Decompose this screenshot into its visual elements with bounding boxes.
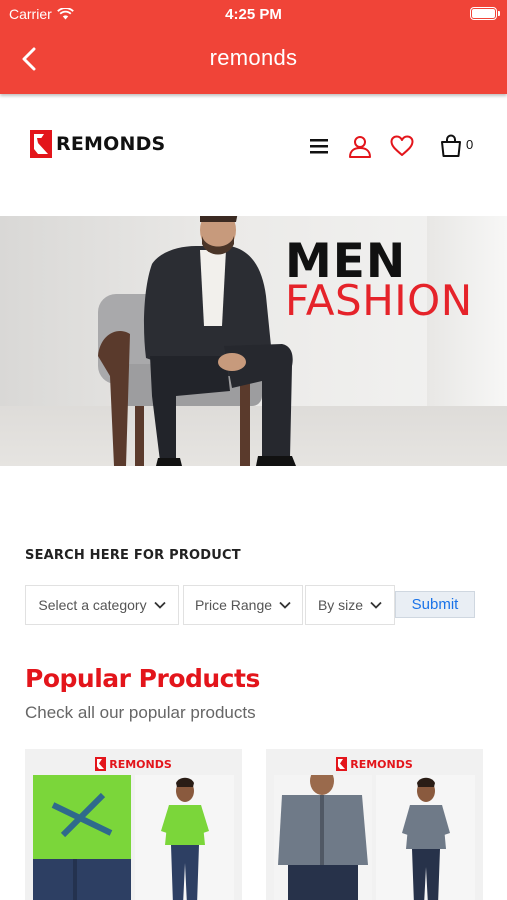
product-card[interactable]: REMONDS — [266, 749, 483, 900]
chevron-down-icon — [153, 601, 166, 609]
product-photo-model — [376, 775, 475, 900]
submit-button[interactable]: Submit — [395, 591, 475, 618]
product-brand: REMONDS — [266, 757, 483, 771]
account-button[interactable] — [346, 132, 374, 160]
nav-title: remonds — [209, 45, 298, 70]
menu-button[interactable] — [306, 132, 332, 160]
battery-icon — [470, 7, 500, 20]
chevron-down-icon — [370, 601, 382, 609]
product-photo-closeup — [274, 775, 372, 900]
price-range-select[interactable]: Price Range — [183, 585, 303, 625]
product-photo-model — [135, 775, 234, 900]
hero-banner[interactable]: MEN FASHION — [0, 216, 507, 466]
remonds-logo-icon — [30, 130, 52, 158]
price-range-value: Price Range — [194, 597, 273, 613]
product-photo-closeup — [33, 775, 131, 900]
size-select[interactable]: By size — [305, 585, 395, 625]
model-illustration — [98, 216, 296, 466]
status-bar: Carrier 4:25 PM — [0, 0, 507, 28]
app-bar: Carrier 4:25 PM remonds — [0, 0, 507, 94]
header-actions: 0 — [306, 132, 486, 160]
brand-name: REMONDS — [56, 133, 166, 155]
cart-button[interactable] — [438, 132, 464, 160]
product-brand-label: REMONDS — [350, 757, 413, 771]
user-icon — [349, 136, 371, 158]
cart-count: 0 — [466, 137, 474, 152]
popular-products-title: Popular Products — [25, 664, 260, 693]
remonds-logo-icon — [336, 757, 348, 771]
brand-logo[interactable]: REMONDS — [30, 130, 165, 158]
category-select[interactable]: Select a category — [25, 585, 179, 625]
category-select-value: Select a category — [38, 597, 147, 613]
size-select-value: By size — [317, 597, 364, 613]
site-header: REMONDS 0 — [0, 110, 507, 180]
status-time: 4:25 PM — [225, 6, 282, 23]
banner-subheadline: FASHION — [285, 276, 473, 325]
remonds-logo-icon — [95, 757, 107, 771]
cart-icon — [441, 134, 461, 157]
chevron-down-icon — [279, 601, 291, 609]
wishlist-button[interactable] — [388, 132, 416, 160]
product-card[interactable]: REMONDS — [25, 749, 242, 900]
product-brand: REMONDS — [25, 757, 242, 771]
heart-icon — [390, 135, 414, 156]
popular-products-subtitle: Check all our popular products — [25, 703, 256, 722]
search-section-title: SEARCH HERE FOR PRODUCT — [25, 548, 241, 563]
menu-icon — [310, 139, 328, 154]
product-brand-label: REMONDS — [109, 757, 172, 771]
